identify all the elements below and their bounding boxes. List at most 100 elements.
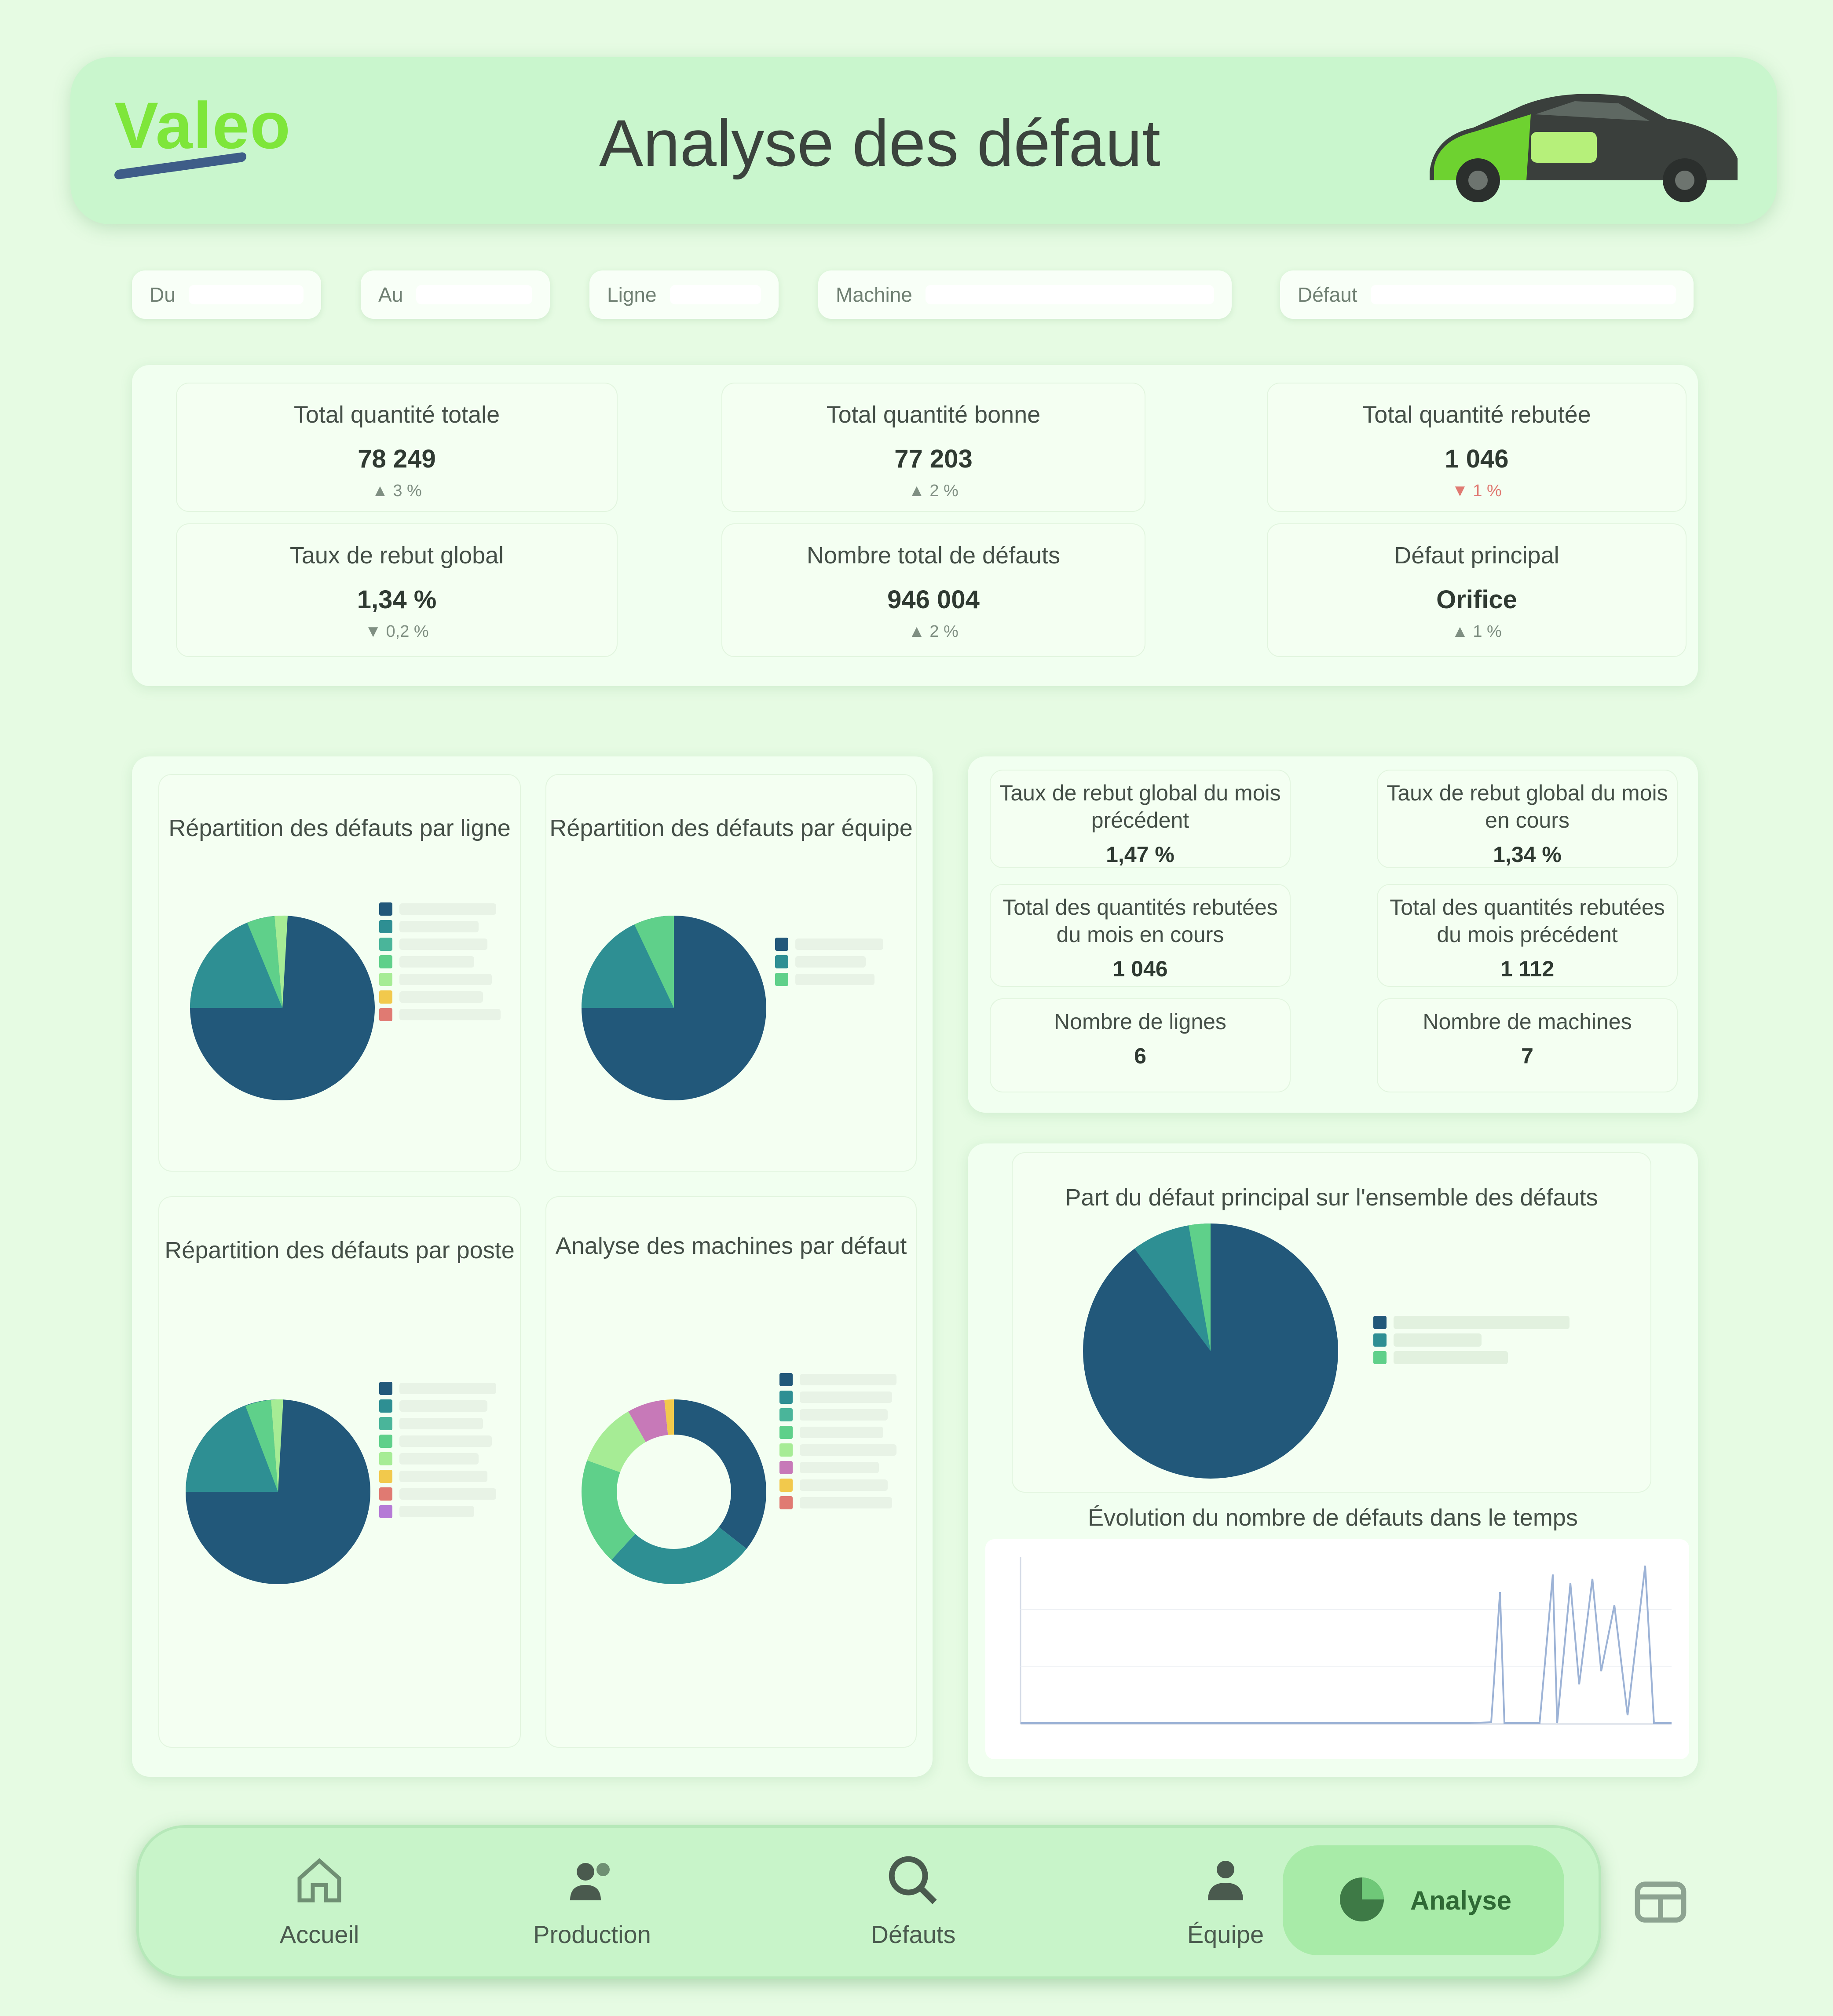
pie-chart-team: Répartition des défauts par équipe [545, 774, 917, 1172]
stat-label: Nombre de lignes [1054, 1009, 1226, 1034]
pie-chart-svg [1083, 1223, 1338, 1479]
kpi-trend: ▼ 0,2 % [365, 622, 429, 641]
nav-label: Production [533, 1921, 651, 1948]
line-chart [985, 1539, 1689, 1759]
legend-item [379, 955, 511, 968]
legend-item [379, 1435, 511, 1448]
filter-value[interactable] [925, 285, 1214, 304]
stat-card: Total des quantités rebutées du mois en … [990, 884, 1291, 987]
legend-item [1373, 1333, 1593, 1347]
grid-icon[interactable] [1623, 1865, 1698, 1939]
stat-card: Taux de rebut global du mois en cours 1,… [1377, 770, 1678, 868]
chart-title: Évolution du nombre de défauts dans le t… [1088, 1505, 1578, 1531]
kpi-card: Taux de rebut global 1,34 % ▼ 0,2 % [176, 523, 618, 657]
kpi-card: Total quantité totale 78 249 ▲ 3 % [176, 383, 618, 512]
kpi-card: Nombre total de défauts 946 004 ▲ 2 % [721, 523, 1145, 657]
home-icon [223, 1845, 416, 1916]
filter-value[interactable] [188, 285, 304, 304]
chart-title: Répartition des défauts par poste [165, 1237, 515, 1264]
legend-item [779, 1479, 911, 1492]
legend-item [379, 973, 511, 986]
legend-item [379, 1417, 511, 1430]
kpi-trend: ▲ 2 % [908, 622, 959, 641]
pie-chart-svg [190, 915, 375, 1100]
legend-item [779, 1426, 911, 1439]
stat-value: 7 [1521, 1044, 1533, 1068]
filter-value[interactable] [416, 285, 532, 304]
legend-item [775, 938, 907, 951]
legend-item [379, 1008, 511, 1021]
stat-value: 1,34 % [1493, 842, 1562, 867]
kpi-card: Total quantité bonne 77 203 ▲ 2 % [721, 383, 1145, 512]
bottom-nav: Accueil Production Défauts Équipe Analys… [136, 1825, 1601, 1979]
legend-item [775, 973, 907, 986]
filter-label: Du [150, 283, 176, 306]
legend-item [379, 1487, 511, 1501]
brand-logo[interactable]: Valeo [114, 92, 326, 207]
kpi-label: Taux de rebut global [289, 542, 504, 569]
pie-chart-svg [581, 915, 766, 1100]
kpi-trend: ▲ 2 % [908, 482, 959, 500]
nav-item-production[interactable]: Production [495, 1845, 689, 1964]
brand-name: Valeo [114, 88, 291, 162]
kpi-value: 77 203 [894, 445, 973, 473]
nav-item-home[interactable]: Accueil [223, 1845, 416, 1964]
stat-value: 6 [1134, 1044, 1146, 1068]
kpi-card: Total quantité rebutée 1 046 ▼ 1 % [1267, 383, 1687, 512]
chart-title: Analyse des machines par défaut [555, 1233, 907, 1259]
pie-legend [379, 1382, 511, 1523]
filter-defect[interactable]: Défaut [1280, 270, 1694, 319]
legend-item [379, 1505, 511, 1518]
kpi-label: Total quantité bonne [826, 402, 1041, 428]
chart-title: Part du défaut principal sur l'ensemble … [1065, 1184, 1598, 1211]
legend-item [379, 1382, 511, 1395]
legend-item [1373, 1316, 1593, 1329]
car-icon [1421, 79, 1746, 211]
filter-value[interactable] [1370, 285, 1676, 304]
legend-item [379, 1399, 511, 1413]
users-icon [495, 1845, 689, 1916]
stat-card: Total des quantités rebutées du mois pré… [1377, 884, 1678, 987]
legend-item [779, 1443, 911, 1457]
nav-item-analysis-active[interactable]: Analyse [1283, 1845, 1564, 1955]
stat-value: 1 046 [1112, 957, 1168, 981]
filter-label: Ligne [607, 283, 657, 306]
stat-label: Total des quantités rebutées du mois pré… [1390, 895, 1665, 947]
filter-label: Machine [836, 283, 912, 306]
pie-chart-post: Répartition des défauts par poste [158, 1196, 521, 1748]
filter-label: Défaut [1298, 283, 1357, 306]
line-chart-svg [1020, 1557, 1672, 1725]
stat-label: Taux de rebut global du mois précédent [999, 781, 1281, 833]
filter-date-to[interactable]: Au [361, 270, 550, 319]
pie-chart-svg [186, 1399, 370, 1584]
kpi-label: Total quantité totale [293, 402, 500, 428]
legend-item [379, 902, 511, 916]
stat-card: Taux de rebut global du mois précédent 1… [990, 770, 1291, 868]
legend-item [779, 1391, 911, 1404]
filter-machine[interactable]: Machine [818, 270, 1232, 319]
stat-label: Total des quantités rebutées du mois en … [1002, 895, 1278, 947]
kpi-trend: ▲ 3 % [372, 482, 422, 500]
pie-legend [379, 902, 511, 1026]
legend-item [779, 1408, 911, 1421]
stat-card: Nombre de lignes 6 [990, 998, 1291, 1092]
stat-value: 1,47 % [1106, 842, 1174, 867]
kpi-value: 1,34 % [357, 585, 437, 614]
pie-legend [775, 938, 907, 990]
kpi-label: Total quantité rebutée [1362, 402, 1591, 428]
kpi-label: Nombre total de défauts [806, 542, 1061, 569]
stat-label: Taux de rebut global du mois en cours [1387, 781, 1668, 833]
legend-item [779, 1461, 911, 1474]
filter-value[interactable] [670, 285, 761, 304]
stat-card: Nombre de machines 7 [1377, 998, 1678, 1092]
filter-date-from[interactable]: Du [132, 270, 321, 319]
donut-chart-svg [582, 1399, 766, 1584]
nav-item-defects[interactable]: Défauts [816, 1845, 1010, 1964]
filter-line[interactable]: Ligne [589, 270, 779, 319]
kpi-value: 946 004 [887, 585, 980, 614]
kpi-value: 1 046 [1445, 445, 1509, 473]
legend-item [379, 1470, 511, 1483]
kpi-card: Défaut principal Orifice ▲ 1 % [1267, 523, 1687, 657]
nav-label: Défauts [871, 1921, 956, 1948]
page-title: Analyse des défaut [599, 106, 1160, 180]
